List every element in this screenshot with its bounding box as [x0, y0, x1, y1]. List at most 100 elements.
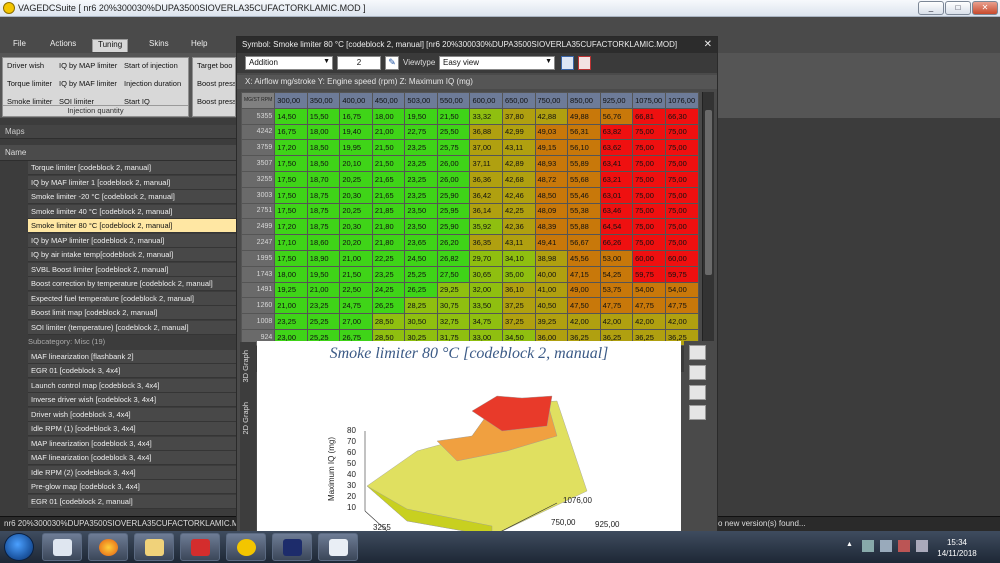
table-cell[interactable]: 19,95 — [339, 139, 373, 157]
table-cell[interactable]: 18,75 — [306, 186, 341, 204]
column-header[interactable]: 300,00 — [274, 92, 308, 109]
table-cell[interactable]: 18,50 — [306, 155, 341, 172]
table-cell[interactable]: 48,72 — [534, 170, 569, 188]
table-cell[interactable]: 75,00 — [632, 202, 666, 220]
table-cell[interactable]: 26,25 — [371, 297, 406, 315]
map-list-item[interactable]: EGR 01 [codeblock 3, 4x4] — [28, 364, 236, 378]
map-list-item[interactable]: SVBL Boost limiter [codeblock 2, manual] — [28, 262, 236, 277]
column-header[interactable]: 850,00 — [567, 92, 601, 109]
table-cell[interactable]: 27,50 — [436, 265, 471, 283]
table-cell[interactable]: 42,25 — [501, 202, 536, 220]
table-cell[interactable]: 40,00 — [534, 265, 569, 283]
map-list-item[interactable]: IQ by MAF limiter 1 [codeblock 2, manual… — [28, 175, 236, 190]
zoom-graph-icon[interactable] — [689, 365, 706, 380]
table-cell[interactable]: 60,00 — [665, 249, 699, 267]
table-cell[interactable]: 75,00 — [632, 155, 666, 172]
table-cell[interactable]: 19,25 — [274, 281, 308, 299]
table-cell[interactable]: 19,50 — [404, 107, 438, 125]
map-list-item[interactable]: MAP linearization [codeblock 3, 4x4] — [28, 436, 236, 451]
table-cell[interactable]: 21,65 — [371, 170, 406, 188]
taskbar-paint[interactable] — [318, 533, 358, 561]
row-header[interactable]: 2751 — [241, 202, 276, 220]
table-cell[interactable]: 49,88 — [567, 107, 601, 125]
table-cell[interactable]: 75,00 — [665, 234, 699, 251]
table-cell[interactable]: 75,00 — [632, 170, 666, 188]
table-cell[interactable]: 28,25 — [404, 297, 438, 315]
table-cell[interactable]: 24,50 — [404, 249, 438, 267]
table-cell[interactable]: 75,00 — [665, 155, 699, 172]
table-cell[interactable]: 64,54 — [599, 218, 634, 236]
table-cell[interactable]: 55,38 — [567, 202, 601, 220]
table-cell[interactable]: 35,92 — [469, 218, 503, 236]
table-cell[interactable]: 23,25 — [404, 155, 438, 172]
close-button[interactable]: ✕ — [972, 1, 998, 15]
tray-network-icon[interactable] — [862, 540, 874, 552]
table-cell[interactable]: 47,15 — [567, 265, 601, 283]
table-cell[interactable]: 23,25 — [306, 297, 341, 315]
table-cell[interactable]: 53,00 — [599, 249, 634, 267]
table-cell[interactable]: 22,50 — [339, 281, 373, 299]
table-cell[interactable]: 25,50 — [436, 123, 471, 141]
table-cell[interactable]: 75,00 — [665, 202, 699, 220]
table-cell[interactable]: 23,25 — [274, 313, 308, 330]
table-cell[interactable]: 18,75 — [306, 202, 341, 220]
ribbon-iq-by-map-limiter[interactable]: IQ by MAP limiter — [59, 61, 117, 70]
table-cell[interactable]: 42,99 — [501, 123, 536, 141]
table-cell[interactable]: 33,32 — [469, 107, 503, 125]
viewtype-select[interactable]: Easy view ▼ — [439, 56, 555, 70]
table-cell[interactable]: 23,25 — [404, 170, 438, 188]
table-cell[interactable]: 75,00 — [665, 139, 699, 157]
table-cell[interactable]: 30,75 — [436, 297, 471, 315]
table-cell[interactable]: 75,00 — [665, 186, 699, 204]
table-cell[interactable]: 21,00 — [274, 297, 308, 315]
table-cell[interactable]: 23,25 — [371, 265, 406, 283]
table-cell[interactable]: 35,00 — [501, 265, 536, 283]
table-cell[interactable]: 21,50 — [371, 139, 406, 157]
table-cell[interactable]: 36,88 — [469, 123, 503, 141]
table-cell[interactable]: 49,00 — [567, 281, 601, 299]
map-list-item[interactable]: EGR 01 [codeblock 2, manual] — [28, 494, 236, 509]
taskbar-app-k[interactable] — [272, 533, 312, 561]
table-cell[interactable]: 60,00 — [632, 249, 666, 267]
table-cell[interactable]: 25,25 — [404, 265, 438, 283]
table-cell[interactable]: 43,11 — [501, 234, 536, 251]
table-cell[interactable]: 21,50 — [371, 155, 406, 172]
table-cell[interactable]: 26,20 — [436, 234, 471, 251]
table-cell[interactable]: 66,81 — [632, 107, 666, 125]
rotate-graph-icon[interactable] — [689, 345, 706, 360]
table-cell[interactable]: 59,75 — [665, 265, 699, 283]
map-list-item[interactable]: Boost correction by temperature [codeblo… — [28, 277, 236, 291]
row-header[interactable]: 1260 — [241, 297, 276, 315]
table-cell[interactable]: 25,75 — [436, 139, 471, 157]
table-cell[interactable]: 20,20 — [339, 234, 373, 251]
ribbon-driver-wish[interactable]: Driver wish — [7, 61, 44, 70]
table-cell[interactable]: 21,00 — [306, 281, 341, 299]
table-cell[interactable]: 56,31 — [567, 123, 601, 141]
name-column-header[interactable]: Name — [0, 145, 236, 161]
menu-file[interactable]: File — [13, 39, 26, 52]
table-cell[interactable]: 75,00 — [632, 218, 666, 236]
table-cell[interactable]: 17,50 — [274, 170, 308, 188]
table-cell[interactable]: 36,35 — [469, 234, 503, 251]
map-list-item[interactable]: Inverse driver wish [codeblock 3, 4x4] — [28, 393, 236, 407]
table-cell[interactable]: 63,41 — [599, 155, 634, 172]
table-cell[interactable]: 53,75 — [599, 281, 634, 299]
table-cell[interactable]: 39,25 — [534, 313, 569, 330]
column-header[interactable]: 400,00 — [339, 92, 373, 109]
table-cell[interactable]: 37,80 — [501, 107, 536, 125]
table-cell[interactable]: 56,10 — [567, 139, 601, 157]
table-cell[interactable]: 47,75 — [632, 297, 666, 315]
ribbon-injection-duration[interactable]: Injection duration — [124, 79, 181, 88]
map-list-item[interactable]: Pre-glow map [codeblock 3, 4x4] — [28, 480, 236, 494]
tab-2d-graph[interactable]: 2D Graph — [241, 402, 255, 435]
table-cell[interactable]: 42,68 — [501, 170, 536, 188]
table-cell[interactable]: 63,62 — [599, 139, 634, 157]
column-header[interactable]: 450,00 — [371, 92, 406, 109]
table-cell[interactable]: 21,50 — [339, 265, 373, 283]
table-cell[interactable]: 17,50 — [274, 202, 308, 220]
table-cell[interactable]: 21,50 — [436, 107, 471, 125]
table-cell[interactable]: 30,65 — [469, 265, 503, 283]
table-cell[interactable]: 75,00 — [665, 170, 699, 188]
table-cell[interactable]: 17,50 — [274, 249, 308, 267]
table-cell[interactable]: 26,82 — [436, 249, 471, 267]
